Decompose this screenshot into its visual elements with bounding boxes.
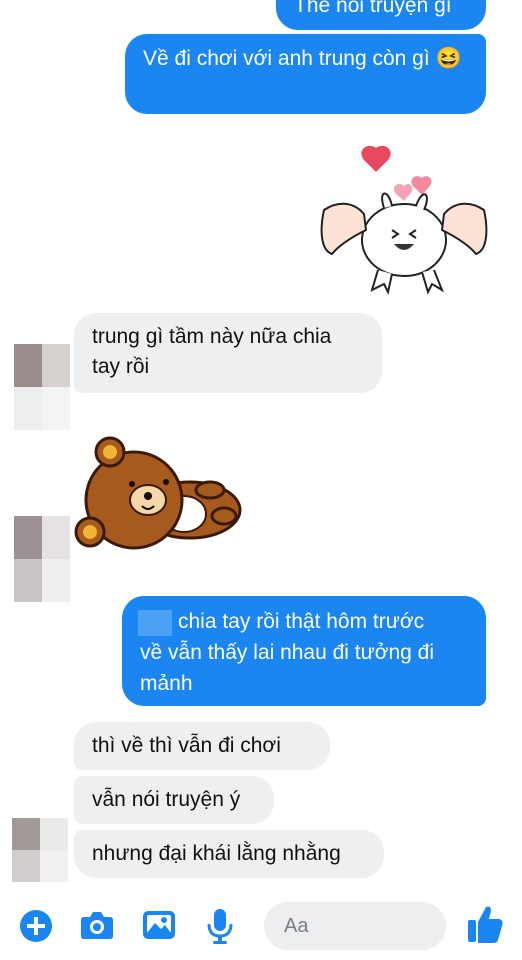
message-text: vẫn nói truyện ý	[92, 788, 241, 811]
message-bubble-incoming[interactable]: vẫn nói truyện ý	[74, 776, 274, 824]
microphone-icon[interactable]	[206, 908, 234, 949]
thumbs-up-icon[interactable]	[466, 904, 504, 949]
message-bubble-outgoing[interactable]: chia tay rồi thật hôm trước về vẫn thấy …	[122, 596, 486, 706]
redacted-name-block	[138, 610, 172, 636]
plus-icon[interactable]	[20, 910, 52, 947]
message-bubble-outgoing[interactable]: Về đi chơi với anh trung còn gì 😆	[125, 34, 486, 114]
contact-avatar[interactable]	[14, 516, 70, 602]
message-text: nhưng đại khái lằng nhằng	[92, 842, 341, 865]
message-bubble-incoming[interactable]: thì về thì vẫn đi chơi	[74, 722, 330, 770]
image-icon[interactable]	[142, 910, 176, 945]
contact-avatar[interactable]	[14, 344, 70, 430]
message-input[interactable]: Aa	[264, 902, 446, 950]
message-bubble-incoming[interactable]: trung gì tầm này nữa chia tay rồi	[74, 313, 382, 393]
message-text: trung gì tầm này nữa chia tay rồi	[92, 325, 332, 378]
message-bubble-incoming[interactable]: nhưng đại khái lằng nhằng	[74, 830, 384, 878]
message-text: chia tay rồi thật hôm trước về vẫn thấy …	[140, 610, 435, 695]
message-bubble-outgoing[interactable]: Thế nói truyện gì	[276, 0, 486, 30]
camera-icon[interactable]	[80, 910, 114, 945]
message-text: Về đi chơi với anh trung còn gì 😆	[143, 47, 462, 70]
contact-avatar[interactable]	[12, 818, 68, 882]
rilakkuma-bear-sticker[interactable]	[72, 434, 242, 552]
message-text: thì về thì vẫn đi chơi	[92, 734, 281, 757]
message-input-placeholder: Aa	[284, 915, 309, 937]
rabbit-hearts-sticker[interactable]	[318, 144, 490, 296]
message-text: Thế nói truyện gì	[294, 0, 452, 17]
